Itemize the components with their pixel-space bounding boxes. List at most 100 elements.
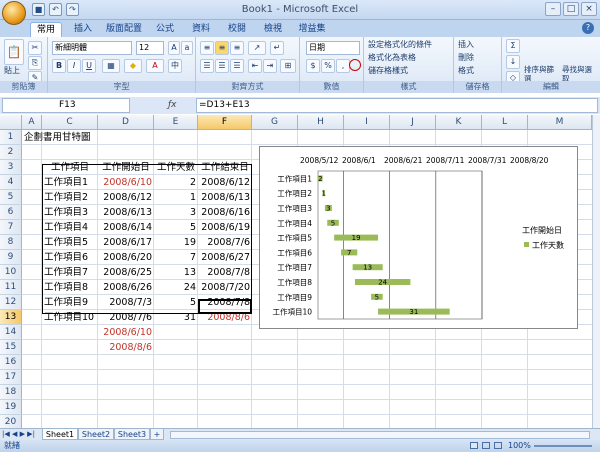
increase-indent-icon[interactable]: ⇥ xyxy=(263,59,277,73)
decrease-indent-icon[interactable]: ⇤ xyxy=(248,59,262,73)
row-header-8[interactable]: 8 xyxy=(0,235,22,250)
row-header-5[interactable]: 5 xyxy=(0,190,22,205)
cut-icon[interactable]: ✂ xyxy=(28,41,42,55)
select-all-corner[interactable] xyxy=(0,115,22,130)
row-header-2[interactable]: 2 xyxy=(0,145,22,160)
insert-sheet-icon[interactable]: + xyxy=(150,429,164,440)
fill-color-icon[interactable]: ◆ xyxy=(124,59,142,73)
align-center-icon[interactable]: ☰ xyxy=(215,59,229,73)
row-header-13[interactable]: 13 xyxy=(0,310,22,325)
gantt-chart[interactable]: 2008/5/12 2008/6/1 2008/6/21 2008/7/11 2008/… xyxy=(259,146,578,329)
copy-icon[interactable]: ⎘ xyxy=(28,56,42,70)
underline-button[interactable]: U xyxy=(82,59,96,73)
office-button[interactable] xyxy=(2,1,26,25)
shrink-font-icon[interactable]: a xyxy=(181,41,193,55)
row-header-17[interactable]: 17 xyxy=(0,370,22,385)
row-header-11[interactable]: 11 xyxy=(0,280,22,295)
row-header-6[interactable]: 6 xyxy=(0,205,22,220)
minimize-button[interactable]: – xyxy=(545,2,561,16)
col-header-L[interactable]: L xyxy=(482,115,528,130)
delete-cells-button[interactable]: 刪除 xyxy=(458,52,474,64)
col-header-C[interactable]: C xyxy=(42,115,98,130)
active-cell-F13[interactable] xyxy=(198,299,252,314)
zoom-slider[interactable] xyxy=(534,445,592,447)
format-as-table-button[interactable]: 格式化為表格 xyxy=(368,52,416,64)
row-header-7[interactable]: 7 xyxy=(0,220,22,235)
tab-page-layout[interactable]: 版面配置 xyxy=(104,22,144,37)
row-header-18[interactable]: 18 xyxy=(0,385,22,400)
row-header-14[interactable]: 14 xyxy=(0,325,22,340)
row-header-9[interactable]: 9 xyxy=(0,250,22,265)
maximize-button[interactable]: □ xyxy=(563,2,579,16)
tab-add-ins[interactable]: 增益集 xyxy=(294,22,330,37)
col-header-I[interactable]: I xyxy=(344,115,390,130)
col-header-F[interactable]: F xyxy=(198,115,252,130)
tab-insert[interactable]: 插入 xyxy=(68,22,98,37)
name-box[interactable]: F13 xyxy=(2,98,130,113)
format-cells-button[interactable]: 格式 xyxy=(458,65,474,77)
max-date-cell[interactable]: 2008/8/6 xyxy=(98,340,154,355)
italic-button[interactable]: I xyxy=(67,59,81,73)
close-button[interactable]: × xyxy=(581,2,597,16)
align-middle-icon[interactable]: ≡ xyxy=(215,41,229,55)
formula-input[interactable]: =D13+E13 xyxy=(196,98,598,113)
sheet-nav-icon[interactable]: |◀ ◀ ▶ ▶| xyxy=(2,430,35,438)
normal-view-icon[interactable] xyxy=(470,442,478,449)
col-header-J[interactable]: J xyxy=(390,115,436,130)
insert-cells-button[interactable]: 插入 xyxy=(458,39,474,51)
sheet-title[interactable]: 企劃書用甘特圖 xyxy=(22,130,142,145)
row-header-1[interactable]: 1 xyxy=(0,130,22,145)
font-color-icon[interactable]: A xyxy=(146,59,164,73)
row-header-10[interactable]: 10 xyxy=(0,265,22,280)
comma-icon[interactable]: , xyxy=(336,59,350,73)
fill-icon[interactable]: ↓ xyxy=(506,55,520,69)
bold-button[interactable]: B xyxy=(52,59,66,73)
tab-data[interactable]: 資料 xyxy=(186,22,216,37)
align-left-icon[interactable]: ☰ xyxy=(200,59,214,73)
row-header-12[interactable]: 12 xyxy=(0,295,22,310)
col-header-A[interactable]: A xyxy=(22,115,42,130)
col-header-E[interactable]: E xyxy=(154,115,198,130)
grow-font-icon[interactable]: A xyxy=(168,41,180,55)
align-bottom-icon[interactable]: ≡ xyxy=(230,41,244,55)
row-header-15[interactable]: 15 xyxy=(0,340,22,355)
horizontal-scrollbar[interactable] xyxy=(170,431,590,439)
help-icon[interactable]: ? xyxy=(582,22,594,34)
font-size-combo[interactable]: 12 xyxy=(136,41,164,55)
row-header-20[interactable]: 20 xyxy=(0,415,22,428)
align-right-icon[interactable]: ☰ xyxy=(230,59,244,73)
tab-home[interactable]: 常用 xyxy=(30,22,62,37)
align-top-icon[interactable]: ≡ xyxy=(200,41,214,55)
cell-styles-button[interactable]: 儲存格樣式 xyxy=(368,65,408,77)
borders-icon[interactable]: ▦ xyxy=(102,59,120,73)
page-layout-icon[interactable] xyxy=(482,442,490,449)
row-header-3[interactable]: 3 xyxy=(0,160,22,175)
orientation-icon[interactable]: ↗ xyxy=(248,41,266,55)
sheet-tab-sheet3[interactable]: Sheet3 xyxy=(114,429,150,440)
currency-icon[interactable]: $ xyxy=(306,59,320,73)
percent-icon[interactable]: % xyxy=(321,59,335,73)
fx-icon[interactable]: ƒx xyxy=(168,98,192,113)
tab-review[interactable]: 校閱 xyxy=(222,22,252,37)
min-date-cell[interactable]: 2008/6/10 xyxy=(98,325,154,340)
col-header-H[interactable]: H xyxy=(298,115,344,130)
conditional-formatting-button[interactable]: 設定格式化的條件 xyxy=(368,39,432,51)
row-header-4[interactable]: 4 xyxy=(0,175,22,190)
page-break-icon[interactable] xyxy=(494,442,502,449)
wrap-text-icon[interactable]: ↵ xyxy=(270,41,284,55)
tab-formulas[interactable]: 公式 xyxy=(150,22,180,37)
zoom-level[interactable]: 100% xyxy=(508,440,531,452)
col-header-G[interactable]: G xyxy=(252,115,298,130)
row-header-16[interactable]: 16 xyxy=(0,355,22,370)
sheet-tab-sheet2[interactable]: Sheet2 xyxy=(78,429,114,440)
vertical-scrollbar[interactable] xyxy=(592,115,600,428)
sheet-tab-sheet1[interactable]: Sheet1 xyxy=(42,429,78,440)
autosum-icon[interactable]: Σ xyxy=(506,39,520,53)
phonetic-icon[interactable]: 中 xyxy=(168,59,182,73)
paste-button[interactable]: 貼上 xyxy=(4,65,20,77)
number-format-combo[interactable]: 日期 xyxy=(306,41,360,55)
col-header-M[interactable]: M xyxy=(528,115,592,130)
col-header-D[interactable]: D xyxy=(98,115,154,130)
row-header-19[interactable]: 19 xyxy=(0,400,22,415)
merge-center-icon[interactable]: ⊞ xyxy=(280,59,296,73)
